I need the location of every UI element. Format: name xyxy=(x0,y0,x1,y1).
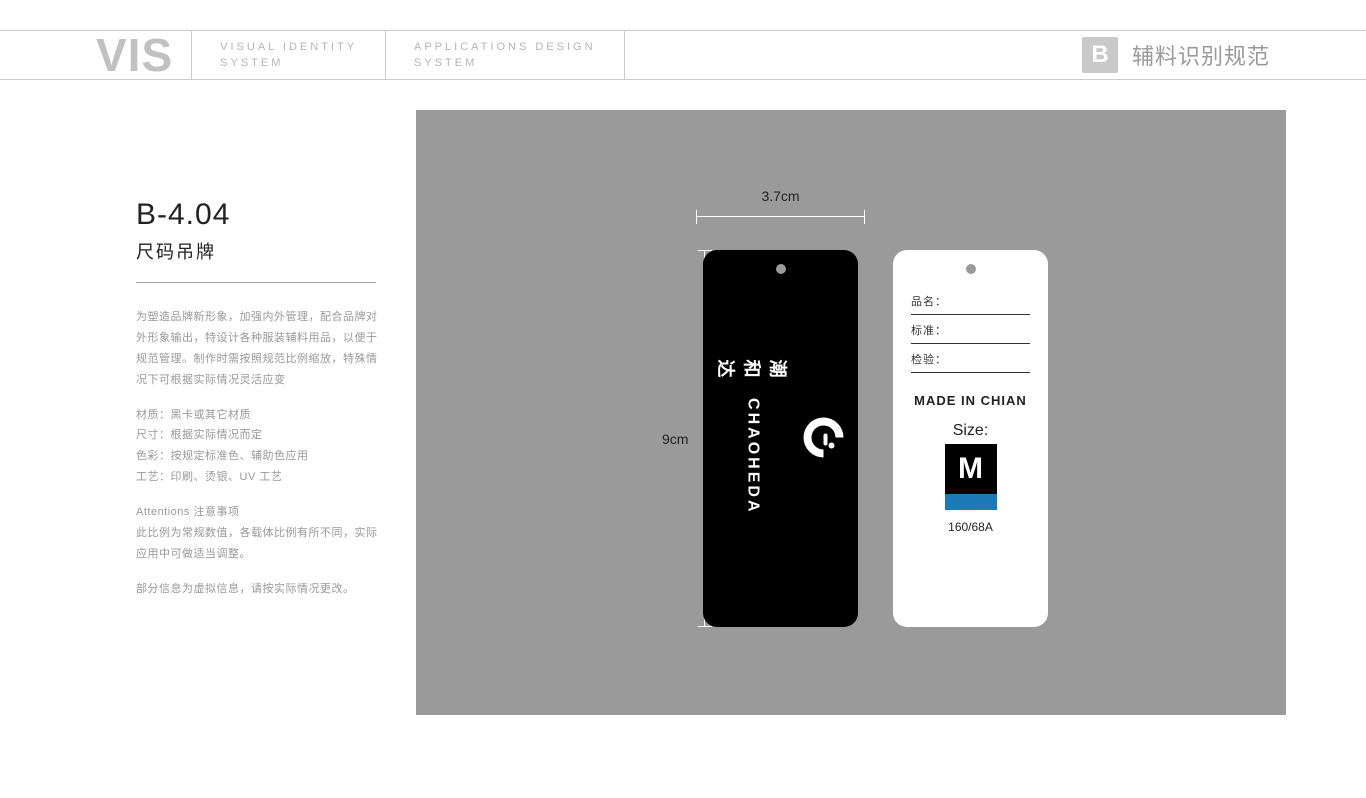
field-inspection: 检验： xyxy=(911,344,1030,373)
dimension-width-label: 3.7cm xyxy=(696,188,865,204)
left-column: B-4.04 尺码吊牌 为塑造品牌新形象，加强内外管理，配合品牌对外形象输出，特… xyxy=(0,80,416,715)
main-row: B-4.04 尺码吊牌 为塑造品牌新形象，加强内外管理，配合品牌对外形象输出，特… xyxy=(0,80,1366,715)
header-right: B 辅料识别规范 xyxy=(1082,30,1366,80)
dimension-line xyxy=(696,210,865,224)
divider xyxy=(136,282,376,283)
tag-hole xyxy=(776,264,786,274)
section-title: 辅料识别规范 xyxy=(1132,39,1270,71)
header-col-identity: VISUAL IDENTITY SYSTEM xyxy=(192,30,386,80)
brand-logo-icon xyxy=(800,413,848,461)
attention-block: Attentions 注意事项 此比例为常规数值，各载体比例有所不同，实际应用中… xyxy=(136,502,386,565)
page-subtitle: 尺码吊牌 xyxy=(136,238,386,264)
tag-hole xyxy=(966,264,976,274)
size-spec: 160/68A xyxy=(948,520,993,534)
dimension-height-label: 9cm xyxy=(662,431,688,447)
note-paragraph: 部分信息为虚拟信息，请按实际情况更改。 xyxy=(136,579,386,600)
size-box-accent xyxy=(945,494,997,510)
brand-logo-group: 潮和达 CHAOHEDA xyxy=(714,360,848,515)
hangtag-front: 潮和达 CHAOHEDA xyxy=(703,250,858,627)
attention-body: 此比例为常规数值，各载体比例有所不同，实际应用中可做适当调整。 xyxy=(136,527,378,560)
brand-logo-text: 潮和达 CHAOHEDA xyxy=(714,360,792,515)
header-text: SYSTEM xyxy=(220,55,357,72)
section-badge: B xyxy=(1082,37,1118,73)
header-text: SYSTEM xyxy=(414,55,596,72)
made-in-label: MADE IN CHIAN xyxy=(914,393,1027,408)
brand-name-cn: 潮和达 xyxy=(714,360,792,393)
spec-line: 材质：黑卡或其它材质 xyxy=(136,409,251,421)
field-name: 品名： xyxy=(911,286,1030,315)
spec-line: 工艺：印刷、烫银、UV 工艺 xyxy=(136,471,282,483)
spec-line: 色彩：按规定标准色、辅助色应用 xyxy=(136,450,309,462)
tag-fields: 品名： 标准： 检验： xyxy=(893,274,1048,373)
header-col-applications: APPLICATIONS DESIGN SYSTEM xyxy=(386,30,625,80)
dimension-width: 3.7cm xyxy=(696,188,865,224)
spec-line: 尺寸：根据实际情况而定 xyxy=(136,429,263,441)
header-text: APPLICATIONS DESIGN xyxy=(414,39,596,56)
field-standard: 标准： xyxy=(911,315,1030,344)
attention-title: Attentions 注意事项 xyxy=(136,506,239,518)
intro-paragraph: 为塑造品牌新形象，加强内外管理，配合品牌对外形象输出，特设计各种服装辅料用品，以… xyxy=(136,307,386,391)
body-text: 为塑造品牌新形象，加强内外管理，配合品牌对外形象输出，特设计各种服装辅料用品，以… xyxy=(136,307,386,600)
header-text: VISUAL IDENTITY xyxy=(220,39,357,56)
spec-block: 材质：黑卡或其它材质 尺寸：根据实际情况而定 色彩：按规定标准色、辅助色应用 工… xyxy=(136,405,386,489)
page-code: B-4.04 xyxy=(136,198,386,232)
hangtag-back: 品名： 标准： 检验： MADE IN CHIAN Size: M 160/68… xyxy=(893,250,1048,627)
size-box: M xyxy=(945,444,997,510)
page-header: VIS VISUAL IDENTITY SYSTEM APPLICATIONS … xyxy=(0,30,1366,80)
size-value: M xyxy=(945,444,997,494)
size-label: Size: xyxy=(953,422,989,440)
brand-name-en: CHAOHEDA xyxy=(744,398,762,514)
vis-logo: VIS xyxy=(0,30,192,80)
design-canvas: 3.7cm 9cm 潮和达 CHAOHEDA xyxy=(416,110,1286,715)
